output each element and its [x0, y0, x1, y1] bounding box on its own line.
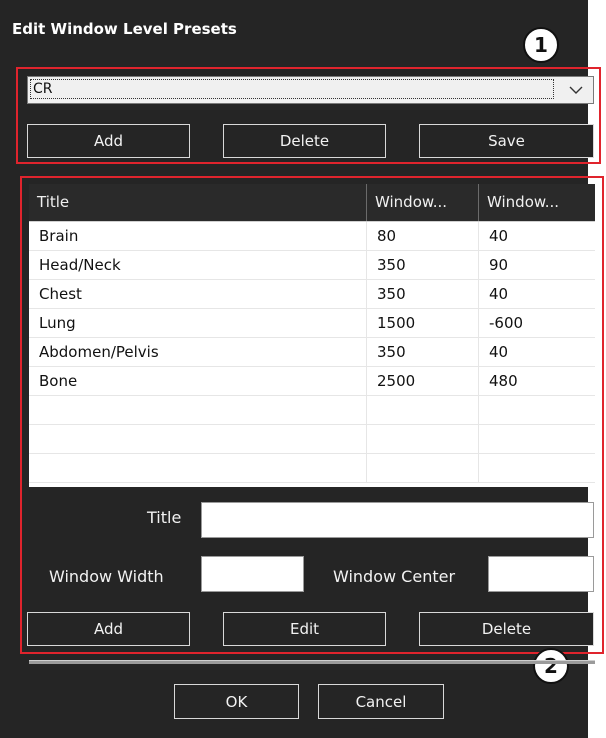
preset-entry-delete-button[interactable]: Delete — [419, 612, 594, 646]
cell-window-center: 90 — [478, 251, 595, 279]
table-row[interactable]: Chest 350 40 — [29, 280, 595, 309]
table-row[interactable]: Bone 2500 480 — [29, 367, 595, 396]
table-row[interactable]: Brain 80 40 — [29, 222, 595, 251]
cell-empty — [478, 425, 595, 453]
cell-empty — [366, 396, 478, 424]
table-row-empty[interactable] — [29, 425, 595, 454]
column-header-window-width[interactable]: Window... — [366, 184, 478, 221]
cell-empty — [366, 454, 478, 482]
cell-window-width: 80 — [366, 222, 478, 250]
cell-window-center: 40 — [478, 222, 595, 250]
cell-empty — [29, 396, 366, 424]
cell-window-width: 2500 — [366, 367, 478, 395]
cell-window-center: 480 — [478, 367, 595, 395]
table-row-empty[interactable] — [29, 454, 595, 483]
cell-window-width: 350 — [366, 251, 478, 279]
preset-delete-button[interactable]: Delete — [223, 124, 386, 158]
window-center-label: Window Center — [333, 567, 456, 586]
title-field[interactable] — [201, 502, 594, 538]
table-row[interactable]: Head/Neck 350 90 — [29, 251, 595, 280]
cell-empty — [366, 425, 478, 453]
table-row[interactable]: Lung 1500 -600 — [29, 309, 595, 338]
cell-empty — [478, 396, 595, 424]
preset-save-button[interactable]: Save — [419, 124, 594, 158]
table-header: Title Window... Window... — [29, 184, 595, 222]
ok-button[interactable]: OK — [174, 684, 299, 719]
cancel-button[interactable]: Cancel — [318, 684, 444, 719]
callout-2-icon: 2 — [533, 648, 569, 684]
cell-window-center: 40 — [478, 338, 595, 366]
cell-empty — [29, 425, 366, 453]
cell-title: Head/Neck — [39, 256, 121, 274]
window-center-field[interactable] — [488, 556, 594, 592]
cell-empty — [29, 454, 366, 482]
cell-empty — [478, 454, 595, 482]
window-width-label: Window Width — [49, 567, 164, 586]
cell-title: Brain — [39, 227, 79, 245]
cell-window-width: 350 — [366, 338, 478, 366]
cell-title: Chest — [39, 285, 82, 303]
cell-title: Abdomen/Pelvis — [39, 343, 159, 361]
table-row-empty[interactable] — [29, 396, 595, 425]
chevron-down-icon[interactable] — [559, 77, 593, 103]
cell-window-center: -600 — [478, 309, 595, 337]
table-row[interactable]: Abdomen/Pelvis 350 40 — [29, 338, 595, 367]
cell-window-center: 40 — [478, 280, 595, 308]
dialog-title: Edit Window Level Presets — [12, 20, 237, 38]
preset-entry-edit-button[interactable]: Edit — [223, 612, 386, 646]
preset-select-value: CR — [30, 79, 554, 99]
cell-window-width: 350 — [366, 280, 478, 308]
preset-add-button[interactable]: Add — [27, 124, 190, 158]
presets-table[interactable]: Title Window... Window... Brain 80 40 He… — [29, 184, 595, 487]
column-header-title[interactable]: Title — [29, 184, 366, 221]
column-header-window-center[interactable]: Window... — [478, 184, 595, 221]
preset-entry-add-button[interactable]: Add — [27, 612, 190, 646]
cell-window-width: 1500 — [366, 309, 478, 337]
title-label: Title — [147, 508, 182, 527]
preset-select[interactable]: CR — [27, 76, 594, 104]
window-width-field[interactable] — [201, 556, 304, 592]
cell-title: Bone — [39, 372, 78, 390]
separator — [29, 660, 595, 664]
callout-1-icon: 1 — [523, 27, 559, 63]
close-icon[interactable]: ✕ — [584, 14, 604, 36]
cell-title: Lung — [39, 314, 76, 332]
